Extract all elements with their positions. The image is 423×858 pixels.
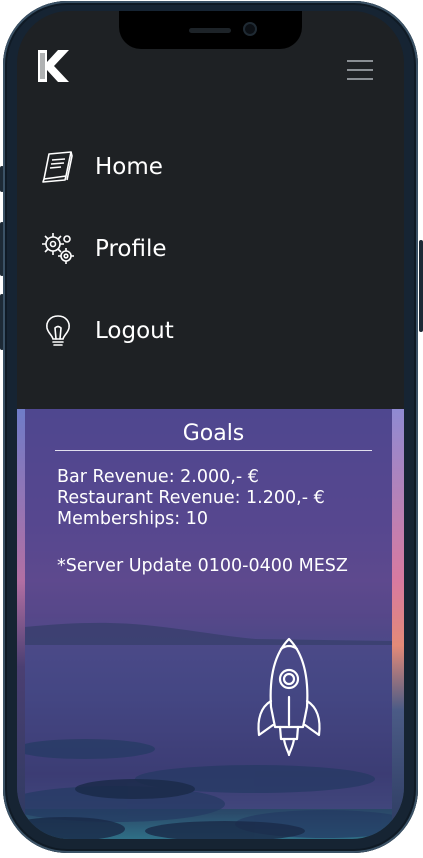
- goals-list: Bar Revenue: 2.000,- € Restaurant Revenu…: [57, 467, 325, 530]
- book-icon: [42, 151, 73, 183]
- nav-label-logout: Logout: [95, 318, 174, 344]
- phone-screen: Home Profile Logout Goals Bar Revenue: 2…: [17, 11, 404, 839]
- goal-bar-revenue: Bar Revenue: 2.000,- €: [57, 467, 259, 487]
- server-update-note: *Server Update 0100-0400 MESZ: [57, 556, 348, 576]
- goal-memberships: Memberships: 10: [57, 509, 209, 529]
- nav-item-logout[interactable]: Logout: [39, 309, 174, 353]
- lightbulb-icon: [46, 315, 70, 346]
- nav-label-home: Home: [95, 154, 163, 180]
- sea-water: [25, 739, 392, 839]
- rocket-icon: [257, 637, 321, 757]
- goals-hero: Goals Bar Revenue: 2.000,- € Restaurant …: [17, 409, 404, 839]
- power-button: [419, 240, 423, 332]
- gears-icon: [42, 233, 74, 264]
- sunset-edge-right: [392, 409, 404, 839]
- notch: [119, 11, 302, 49]
- speaker: [189, 28, 231, 33]
- k-logo-icon[interactable]: [36, 48, 72, 84]
- nav-item-home[interactable]: Home: [39, 145, 163, 189]
- nav-item-profile[interactable]: Profile: [39, 227, 167, 271]
- hamburger-menu-icon[interactable]: [347, 59, 373, 81]
- sunset-edge-left: [17, 409, 25, 839]
- front-camera: [245, 24, 255, 34]
- goal-restaurant-revenue: Restaurant Revenue: 1.200,- €: [57, 488, 325, 508]
- goals-title: Goals: [55, 421, 372, 451]
- nav-label-profile: Profile: [95, 236, 167, 262]
- phone-frame: Home Profile Logout Goals Bar Revenue: 2…: [3, 1, 418, 853]
